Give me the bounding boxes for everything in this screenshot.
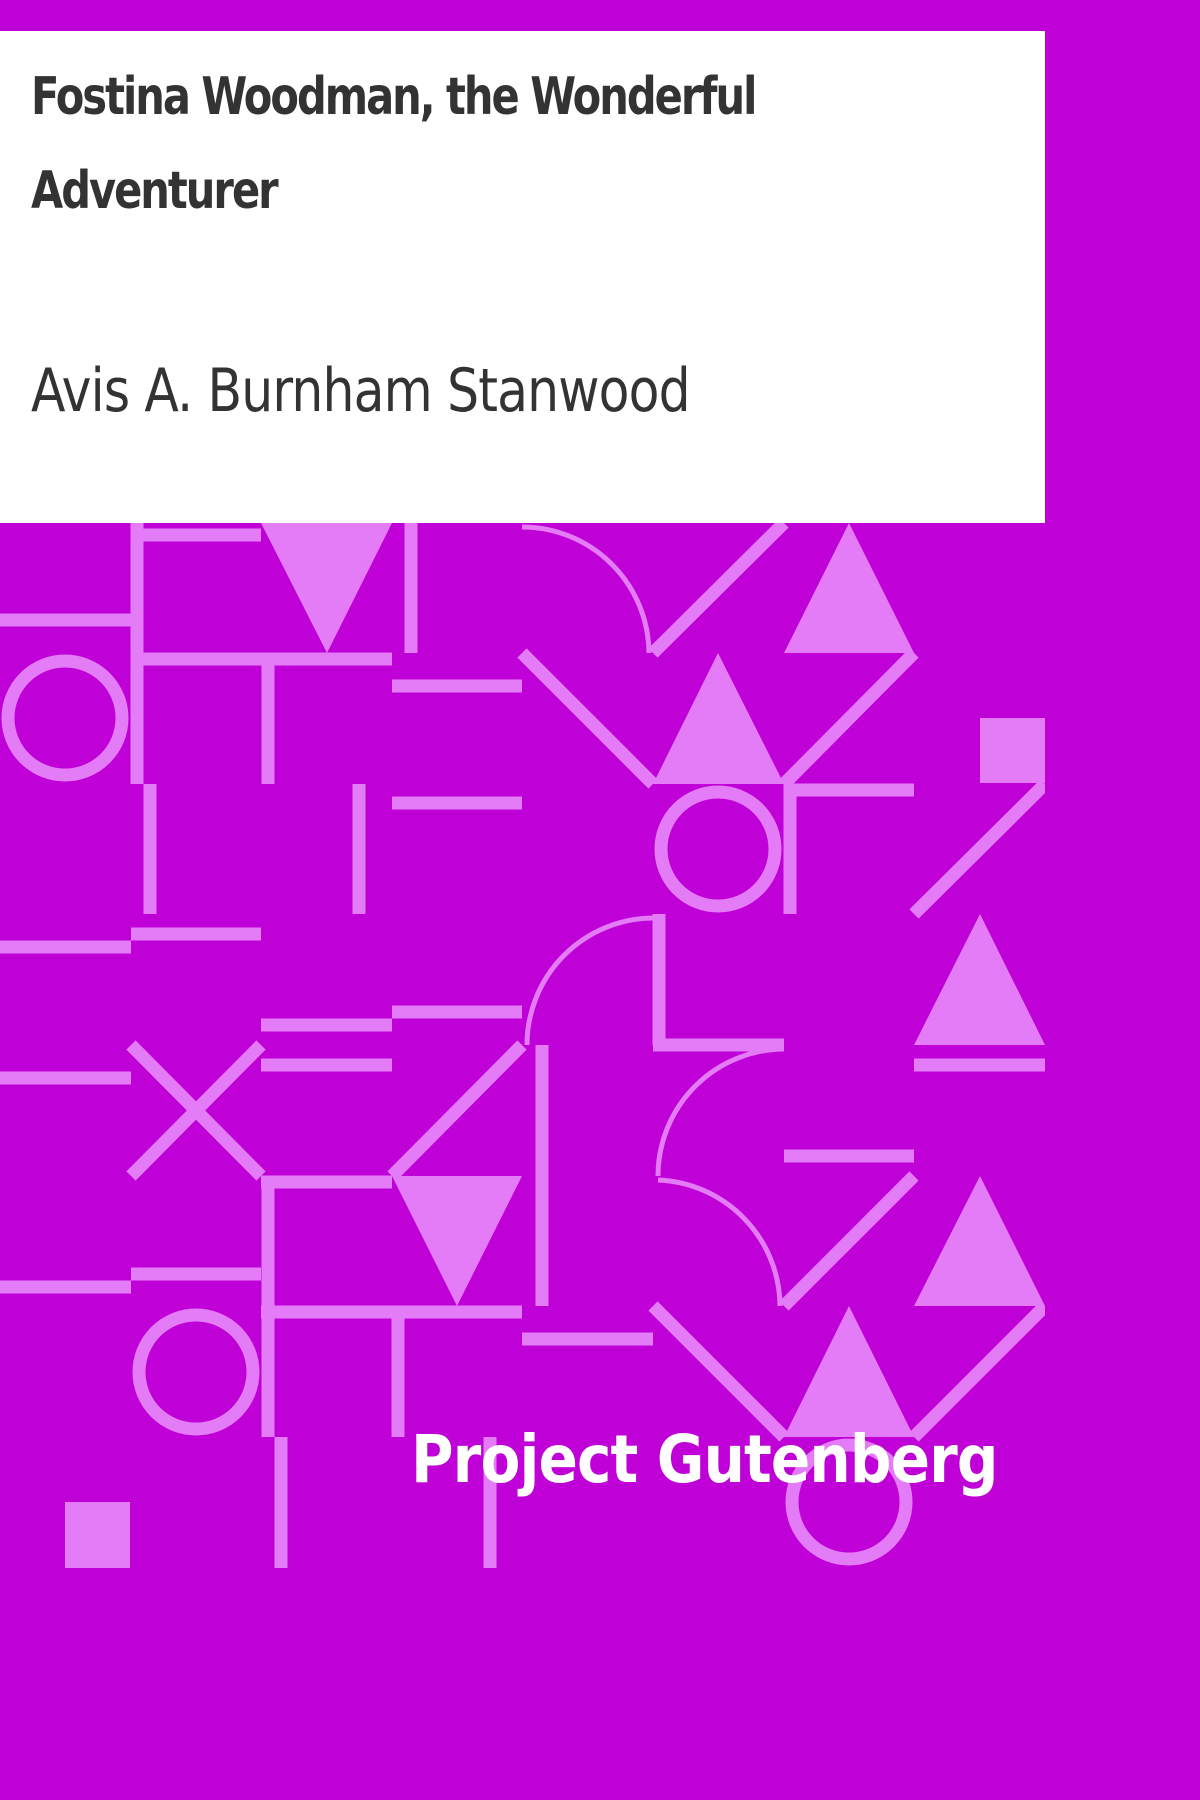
geometric-pattern bbox=[0, 523, 1045, 1568]
publisher-name: Project Gutenberg bbox=[411, 1421, 998, 1498]
top-color-bar bbox=[0, 0, 1045, 31]
book-title: Fostina Woodman, the Wonderful Adventure… bbox=[31, 67, 757, 221]
book-author: Avis A. Burnham Stanwood bbox=[31, 356, 691, 426]
